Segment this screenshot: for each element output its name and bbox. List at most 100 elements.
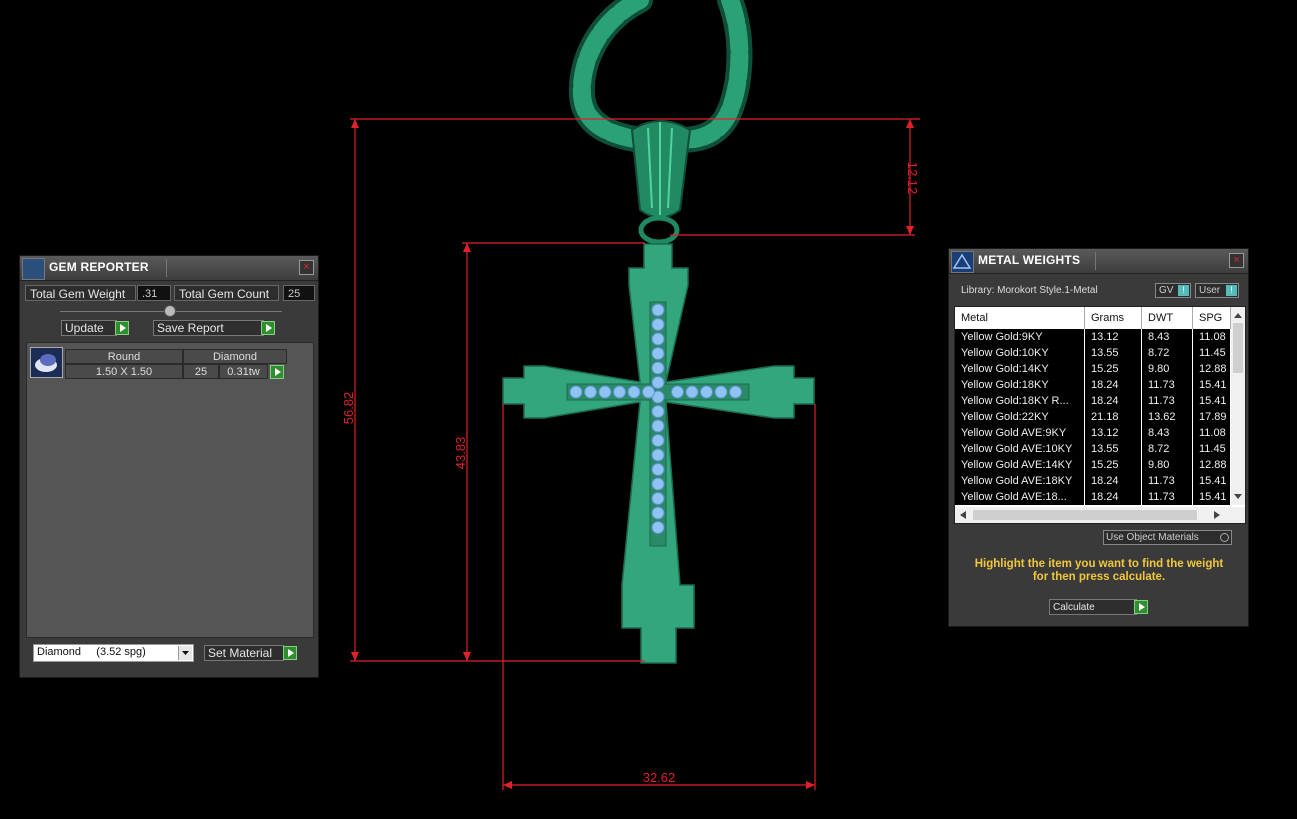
calculate-go-icon[interactable] [1134,600,1148,614]
total-gem-count-value: 25 [283,285,315,301]
gem-stone [651,361,665,375]
table-row[interactable]: Yellow Gold AVE:18KY 18.24 11.73 15.41 [955,473,1231,490]
dwt-value: 8.43 [1142,329,1193,345]
gem-stone [651,492,665,505]
gem-reporter-titlebar[interactable]: GEM REPORTER × [20,256,318,281]
spg-value: 15.41 [1193,473,1231,489]
table-row[interactable]: Yellow Gold:18KY R... 18.24 11.73 15.41 [955,393,1231,410]
gem-stone [627,385,641,399]
metal-table[interactable]: Metal Grams DWT SPG Yellow Gold:9KY 13.12… [954,306,1246,524]
metal-name: Yellow Gold:9KY [955,329,1085,345]
gem-stone [651,332,665,346]
metal-table-body: Yellow Gold:9KY 13.12 8.43 11.08 Yellow Gold… [955,329,1231,505]
save-report-button[interactable]: Save Report [153,320,264,336]
spg-value: 11.08 [1193,425,1231,441]
update-button[interactable]: Update [61,320,117,336]
set-material-button[interactable]: Set Material [204,645,284,661]
gem-stone [598,385,612,399]
table-row[interactable]: Yellow Gold:18KY 18.24 11.73 15.41 [955,377,1231,394]
metal-name: Yellow Gold AVE:14KY [955,457,1085,473]
col-grams[interactable]: Grams [1085,307,1142,329]
col-spg[interactable]: SPG [1193,307,1231,329]
splitter-handle[interactable] [164,305,176,317]
horizontal-scrollbar[interactable] [955,507,1245,523]
gem-select-icon[interactable] [270,365,284,379]
metal-name: Yellow Gold:22KY [955,409,1085,425]
info-icon: ! [1178,285,1189,296]
metal-weights-titlebar[interactable]: METAL WEIGHTS × [949,249,1248,274]
gem-stone [642,385,655,399]
table-row[interactable]: Yellow Gold:14KY 15.25 9.80 12.88 [955,361,1231,378]
material-select-value: Diamond (3.52 spg) [37,646,146,658]
vertical-scrollbar[interactable] [1231,307,1245,505]
material-select[interactable]: Diamond (3.52 spg) [33,644,194,662]
metal-weights-close-icon[interactable]: × [1229,253,1244,268]
metal-name: Yellow Gold AVE:9KY [955,425,1085,441]
gem-stone [671,385,684,399]
grams-value: 18.24 [1085,377,1142,393]
use-object-materials-toggle[interactable]: Use Object Materials [1103,530,1232,545]
dim-cross-height: 43.83 [453,437,468,470]
gem-row[interactable]: Round Diamond 1.50 X 1.50 25 0.31tw [27,343,313,383]
table-row[interactable]: Yellow Gold AVE:10KY 13.55 8.72 11.45 [955,441,1231,458]
spg-value: 12.88 [1193,457,1231,473]
grams-value: 13.12 [1085,329,1142,345]
gem-list: Round Diamond 1.50 X 1.50 25 0.31tw [26,342,314,638]
chevron-down-icon[interactable] [178,646,192,660]
gem-stone [651,477,665,491]
update-go-icon[interactable] [115,321,129,335]
gem-stone [651,405,665,418]
save-report-go-icon[interactable] [261,321,275,335]
table-row[interactable]: Yellow Gold AVE:18... 18.24 11.73 15.41 [955,489,1231,505]
metal-name: Yellow Gold:18KY [955,377,1085,393]
gv-toggle[interactable]: GV ! [1155,283,1191,298]
grams-value: 13.12 [1085,425,1142,441]
gv-label: GV [1159,285,1174,296]
dwt-value: 8.43 [1142,425,1193,441]
hint-line-1: Highlight the item you want to find the … [974,558,1224,570]
spg-value: 15.41 [1193,393,1231,409]
table-row[interactable]: Yellow Gold:22KY 21.18 13.62 17.89 [955,409,1231,426]
gem-weight: 0.31tw [219,364,268,379]
gem-stone [569,385,583,399]
library-label: Library: Morokort Style.1-Metal [961,285,1098,296]
gem-stone [651,448,665,462]
gem-stone [651,463,665,476]
gem-stone [651,303,665,317]
spg-value: 17.89 [1193,409,1231,425]
gem-reporter-panel: GEM REPORTER × Total Gem Weight .31 Tota… [19,255,319,678]
table-row[interactable]: Yellow Gold AVE:14KY 15.25 9.80 12.88 [955,457,1231,474]
gem-stone [651,506,665,520]
table-row[interactable]: Yellow Gold:9KY 13.12 8.43 11.08 [955,329,1231,346]
metal-name: Yellow Gold AVE:18... [955,489,1085,505]
grams-value: 13.55 [1085,345,1142,361]
titlebar-separator [166,259,167,277]
grams-value: 15.25 [1085,457,1142,473]
table-row[interactable]: Yellow Gold:10KY 13.55 8.72 11.45 [955,345,1231,362]
metal-weights-title: METAL WEIGHTS [978,253,1081,267]
dwt-value: 11.73 [1142,473,1193,489]
spg-value: 11.45 [1193,441,1231,457]
total-gem-weight-label: Total Gem Weight [25,285,136,301]
spg-value: 12.88 [1193,361,1231,377]
dim-bail-height: 12.12 [905,162,920,195]
gem-stone [584,385,597,399]
gem-stone [651,347,665,360]
total-gem-weight-value: .31 [137,285,171,301]
dwt-value: 9.80 [1142,361,1193,377]
dwt-value: 8.72 [1142,345,1193,361]
col-dwt[interactable]: DWT [1142,307,1193,329]
gem-stone [651,376,665,389]
gem-size: 1.50 X 1.50 [65,364,183,379]
user-label: User [1199,285,1221,296]
table-row[interactable]: Yellow Gold AVE:9KY 13.12 8.43 11.08 [955,425,1231,442]
gem-reporter-close-icon[interactable]: × [299,260,314,275]
metal-weights-panel: METAL WEIGHTS × Library: Morokort Style.… [948,248,1249,627]
metal-name: Yellow Gold:14KY [955,361,1085,377]
col-metal[interactable]: Metal [955,307,1085,329]
radio-icon[interactable] [1220,533,1229,542]
user-toggle[interactable]: User ! [1195,283,1239,298]
set-material-go-icon[interactable] [283,646,297,660]
dwt-value: 11.73 [1142,489,1193,505]
calculate-button[interactable]: Calculate [1049,599,1137,615]
